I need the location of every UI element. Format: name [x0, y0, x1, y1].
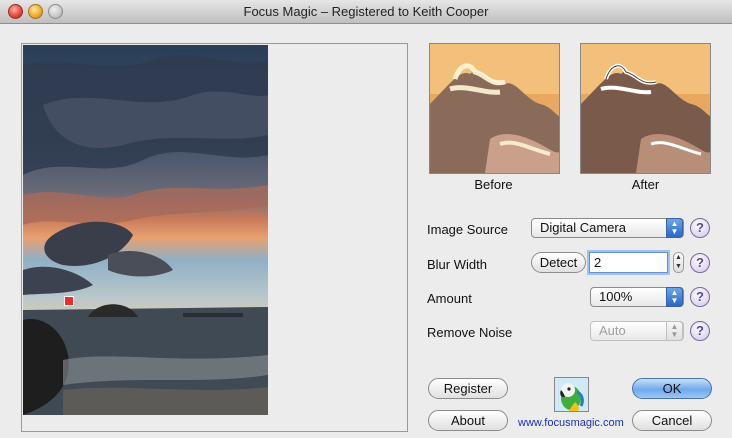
window-title: Focus Magic – Registered to Keith Cooper — [243, 4, 489, 19]
image-source-value: Digital Camera — [540, 220, 626, 235]
after-thumbnail — [580, 43, 711, 174]
remove-noise-value: Auto — [599, 323, 626, 338]
focus-magic-window: Focus Magic – Registered to Keith Cooper — [0, 0, 732, 438]
ok-button[interactable]: OK — [632, 378, 712, 399]
register-button[interactable]: Register — [428, 378, 508, 399]
popup-arrows-icon: ▲ ▼ — [666, 287, 683, 307]
focus-point-marker[interactable] — [64, 296, 74, 306]
amount-value: 100% — [599, 289, 633, 304]
detect-button[interactable]: Detect — [531, 252, 586, 273]
remove-noise-help-icon[interactable]: ? — [690, 321, 710, 341]
website-link[interactable]: www.focusmagic.com — [518, 417, 624, 429]
preview-image[interactable] — [23, 45, 268, 415]
amount-help-icon[interactable]: ? — [690, 287, 710, 307]
before-thumbnail — [429, 43, 560, 174]
image-source-help-icon[interactable]: ? — [690, 218, 710, 238]
before-label: Before — [474, 177, 513, 192]
popup-arrows-icon: ▲ ▼ — [666, 321, 683, 341]
cancel-button[interactable]: Cancel — [632, 410, 712, 431]
popup-arrows-icon: ▲ ▼ — [666, 218, 683, 238]
blur-width-help-icon[interactable]: ? — [690, 253, 710, 273]
title-bar: Focus Magic – Registered to Keith Cooper — [0, 0, 732, 24]
remove-noise-label: Remove Noise — [427, 325, 513, 340]
blur-width-stepper[interactable]: ▲ ▼ — [673, 252, 684, 273]
amount-popup[interactable]: 100% ▲ ▼ — [590, 287, 684, 307]
blur-width-label: Blur Width — [427, 257, 487, 272]
preview-panel — [21, 43, 408, 432]
about-button[interactable]: About — [428, 410, 508, 431]
after-label: After — [631, 177, 660, 192]
blur-width-field[interactable]: 2 — [589, 252, 668, 273]
image-source-label: Image Source — [427, 222, 508, 237]
remove-noise-popup: Auto ▲ ▼ — [590, 321, 684, 341]
amount-label: Amount — [427, 291, 472, 306]
parrot-logo-icon — [554, 377, 589, 412]
image-source-popup[interactable]: Digital Camera ▲ ▼ — [531, 218, 684, 238]
